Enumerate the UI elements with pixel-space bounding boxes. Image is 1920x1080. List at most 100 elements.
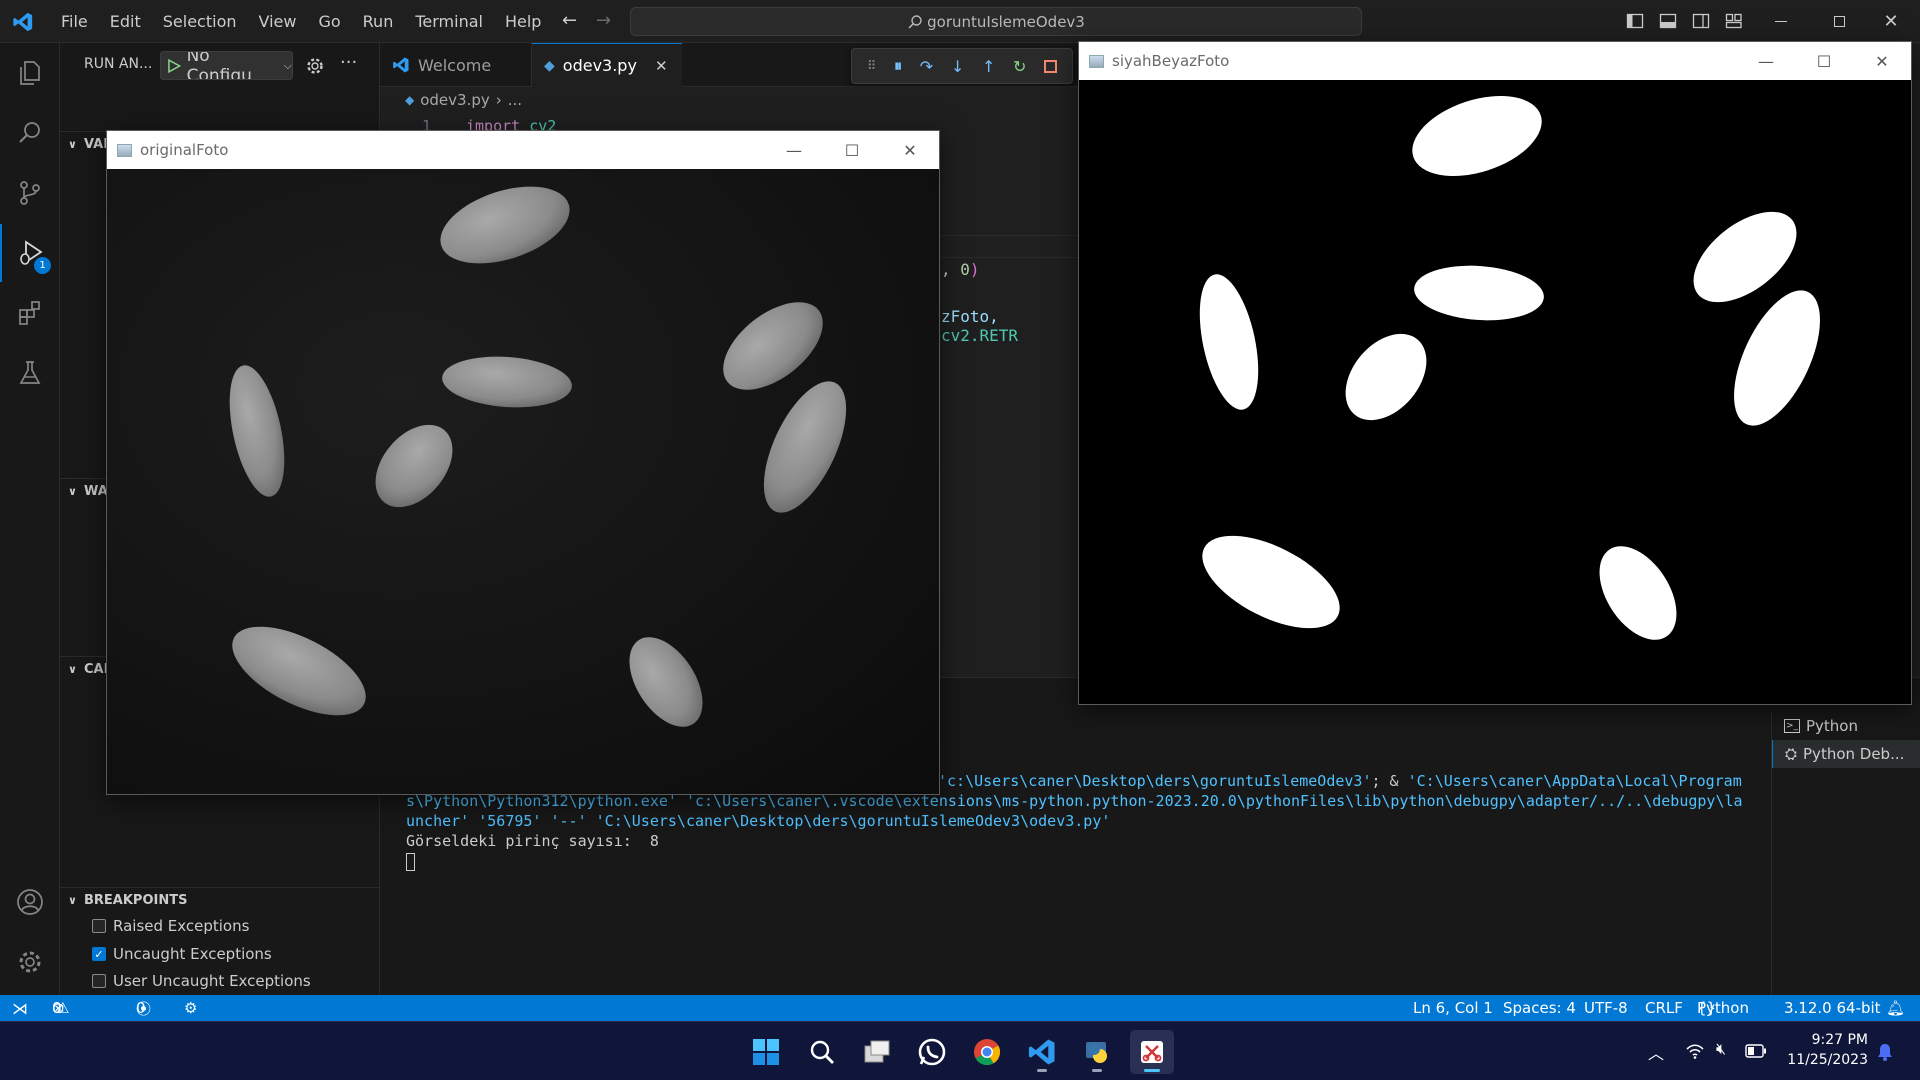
minimize-button[interactable]: —: [1737, 42, 1795, 80]
siyah-beyaz-foto-title: siyahBeyazFoto: [1112, 52, 1230, 70]
restore-button[interactable]: [1810, 0, 1868, 43]
breadcrumb-more[interactable]: ...: [508, 91, 522, 109]
extensions-button[interactable]: [0, 284, 60, 342]
source-control-button[interactable]: [0, 164, 60, 222]
python-file-icon: ◆: [405, 93, 415, 107]
breadcrumb-file[interactable]: odev3.py: [420, 91, 490, 109]
siyah-beyaz-foto-window[interactable]: siyahBeyazFoto — ☐ ✕: [1078, 41, 1912, 705]
encoding[interactable]: UTF-8: [1584, 995, 1628, 1021]
volume-muted-icon[interactable]: 🔇︎: [1716, 1039, 1726, 1059]
windows-taskbar: ︿ 🔇︎ 9:27 PM 11/25/2023: [0, 1021, 1920, 1080]
step-into-icon[interactable]: ↓: [951, 57, 964, 76]
breakpoint-uncaught-exceptions[interactable]: ✓ Uncaught Exceptions: [92, 941, 272, 967]
breakpoints-section-header[interactable]: ∨ BREAKPOINTS: [60, 887, 380, 913]
menu-help[interactable]: Help: [496, 8, 550, 35]
command-center[interactable]: goruntuIslemeOdev3: [630, 7, 1362, 36]
toggle-primary-sidebar-icon[interactable]: [1626, 12, 1644, 30]
vscode-taskbar-button[interactable]: [1020, 1030, 1064, 1074]
system-clock[interactable]: 9:27 PM 11/25/2023: [1782, 1030, 1868, 1070]
close-button[interactable]: ✕: [1853, 42, 1911, 80]
start-button[interactable]: [744, 1030, 788, 1074]
menu-edit[interactable]: Edit: [101, 8, 150, 35]
user-uncaught-exceptions-checkbox[interactable]: [92, 974, 106, 988]
minimize-button[interactable]: —: [765, 131, 823, 169]
step-over-icon[interactable]: ↷: [920, 57, 933, 76]
tab-odev3-py[interactable]: ◆ odev3.py ✕: [532, 43, 682, 87]
snipping-tool-button[interactable]: [1130, 1030, 1174, 1074]
debug-bug-icon: ⛭: [1785, 745, 1798, 763]
taskbar-search-button[interactable]: [800, 1030, 844, 1074]
uncaught-exceptions-checkbox[interactable]: ✓: [92, 947, 106, 961]
ports-count: 0: [136, 999, 146, 1017]
terminal-path: 'c:\Users\caner\Desktop\ders\goruntuIsle…: [938, 772, 1372, 790]
back-arrow-icon[interactable]: ←: [562, 10, 577, 31]
tab-welcome-label: Welcome: [418, 55, 492, 75]
language-label: Python: [1697, 999, 1749, 1017]
python-taskbar-button[interactable]: [1075, 1030, 1119, 1074]
python-interpreter[interactable]: 3.12.0 64-bit: [1784, 995, 1881, 1021]
breakpoint-user-uncaught-exceptions[interactable]: User Uncaught Exceptions: [92, 968, 311, 994]
line-endings[interactable]: CRLF: [1645, 995, 1683, 1021]
run-debug-button[interactable]: 1: [0, 224, 60, 282]
maximize-button[interactable]: ☐: [823, 131, 881, 169]
python-icon: [1086, 1042, 1107, 1063]
settings-gear-icon[interactable]: [306, 57, 324, 75]
menu-terminal[interactable]: Terminal: [406, 8, 492, 35]
notification-center-icon[interactable]: [1876, 1042, 1894, 1062]
drag-handle-icon[interactable]: ⠿: [867, 59, 877, 74]
siyah-beyaz-foto-titlebar[interactable]: siyahBeyazFoto — ☐ ✕: [1079, 42, 1911, 80]
chevron-up-icon[interactable]: ︿: [1648, 1040, 1664, 1064]
testing-button[interactable]: [0, 344, 60, 402]
customize-layout-icon[interactable]: [1725, 12, 1743, 30]
minimize-button[interactable]: [1752, 0, 1810, 43]
activity-bar: 1: [0, 43, 60, 995]
windows-logo-icon: [753, 1039, 779, 1065]
terminal-cursor: [406, 853, 415, 871]
testing-icon: [19, 361, 41, 384]
cursor-position[interactable]: Ln 6, Col 1: [1413, 995, 1493, 1021]
terminal-item-python[interactable]: >_ Python: [1772, 712, 1920, 740]
restart-icon[interactable]: ↻: [1013, 57, 1026, 76]
menu-run[interactable]: Run: [354, 8, 403, 35]
original-foto-titlebar[interactable]: originalFoto — ☐ ✕: [107, 131, 939, 169]
close-button[interactable]: ✕: [1862, 0, 1920, 43]
indentation[interactable]: Spaces: 4: [1503, 995, 1576, 1021]
pause-icon[interactable]: ⏸: [894, 56, 902, 76]
toggle-panel-icon[interactable]: [1659, 12, 1677, 30]
terminal-item-python-debug[interactable]: ⛭ Python Deb...: [1772, 740, 1920, 768]
forward-arrow-icon[interactable]: →: [596, 10, 611, 31]
close-button[interactable]: ✕: [881, 131, 939, 169]
task-view-button[interactable]: [855, 1030, 899, 1074]
close-tab-icon[interactable]: ✕: [655, 57, 668, 75]
menu-go[interactable]: Go: [309, 8, 349, 35]
manage-button[interactable]: [0, 933, 60, 991]
menu-view[interactable]: View: [250, 8, 306, 35]
stop-icon[interactable]: [1044, 59, 1058, 73]
explorer-button[interactable]: [0, 44, 60, 102]
chrome-button[interactable]: [965, 1030, 1009, 1074]
terminal-path: 'C:\Users\caner\AppData\Local\Program: [1407, 772, 1742, 790]
remote-icon[interactable]: ⋊: [12, 995, 28, 1021]
notifications-bell-icon[interactable]: 🔔︎: [1886, 995, 1905, 1021]
wifi-icon[interactable]: [1685, 1042, 1705, 1060]
account-icon: [17, 889, 43, 915]
raised-exceptions-checkbox[interactable]: [92, 919, 106, 933]
debug-config-select[interactable]: No Configu ⌵: [160, 51, 293, 80]
battery-icon[interactable]: [1745, 1044, 1767, 1058]
menu-selection[interactable]: Selection: [154, 8, 246, 35]
code-text: zFoto,: [941, 307, 999, 326]
menu-file[interactable]: File: [52, 8, 97, 35]
more-actions-icon[interactable]: ···: [340, 52, 357, 73]
account-button[interactable]: [0, 873, 60, 931]
terminal-item-label: Python: [1806, 717, 1858, 735]
step-out-icon[interactable]: ↑: [982, 57, 995, 76]
whatsapp-button[interactable]: [910, 1030, 954, 1074]
start-debugging-icon[interactable]: [167, 58, 181, 73]
debug-launch-icon[interactable]: ⚙: [184, 995, 197, 1021]
original-foto-window[interactable]: originalFoto — ☐ ✕: [106, 130, 940, 795]
maximize-button[interactable]: ☐: [1795, 42, 1853, 80]
toggle-secondary-sidebar-icon[interactable]: [1692, 12, 1710, 30]
search-button[interactable]: [0, 104, 60, 162]
tab-welcome[interactable]: Welcome: [380, 43, 532, 87]
breakpoint-raised-exceptions[interactable]: Raised Exceptions: [92, 913, 249, 939]
